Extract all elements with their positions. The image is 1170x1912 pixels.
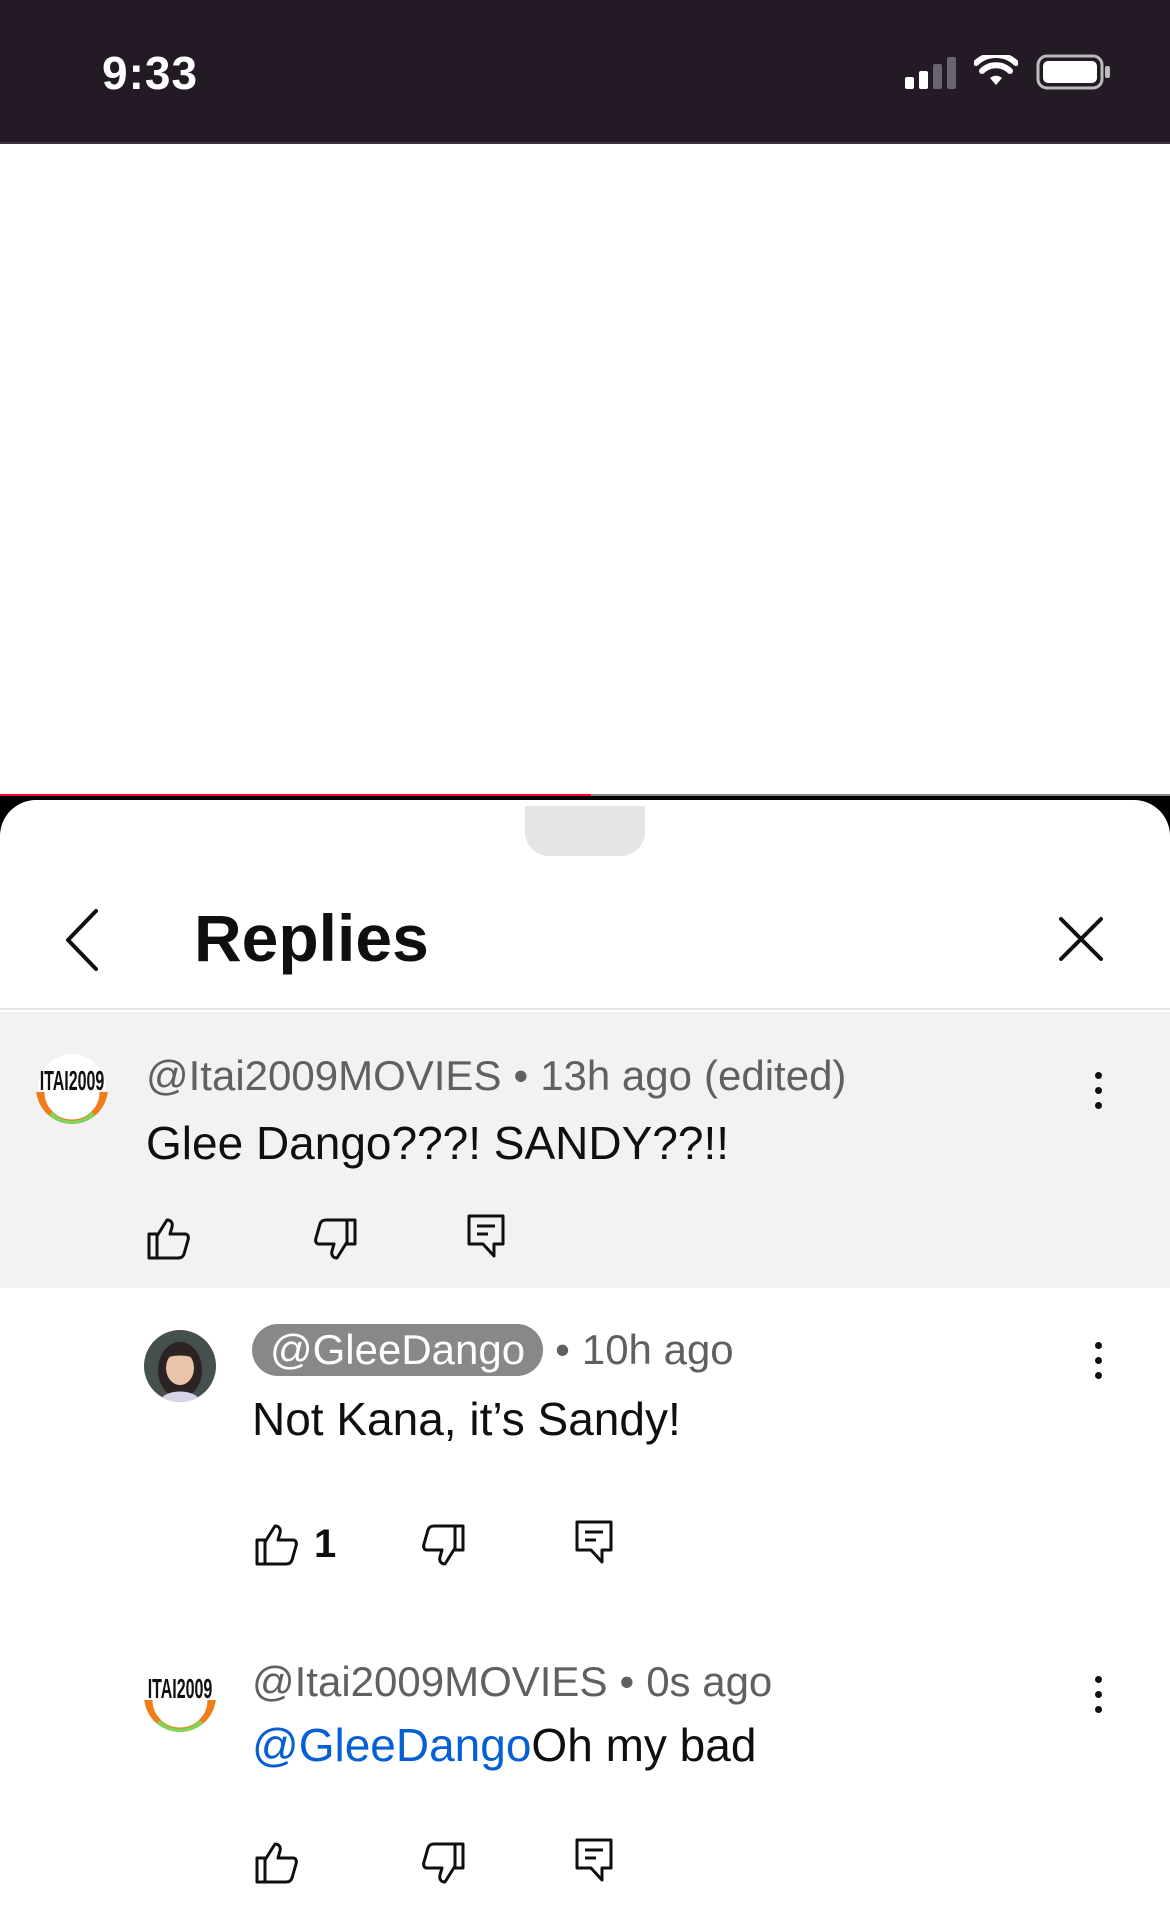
wifi-icon [974,55,1018,85]
close-button[interactable] [1046,904,1116,974]
status-icons [905,54,1112,90]
thumb-down-icon [420,1522,468,1570]
reply-button[interactable] [462,1212,510,1260]
thumb-up-icon [252,1520,300,1568]
comment-text: Oh my bad [531,1719,757,1771]
svg-text:ITAI2009: ITAI2009 [40,1064,105,1096]
cellular-signal-icon [905,55,956,89]
like-button[interactable] [252,1838,300,1886]
sheet-drag-handle[interactable] [525,806,645,856]
avatar[interactable]: ITAI2009 [144,1660,216,1732]
replies-sheet: Replies ITAI2009 @Itai2009MOVIES • 13h a… [0,800,1170,1912]
avatar[interactable] [144,1330,216,1402]
meta-separator: • [555,1326,570,1373]
thumb-up-icon [252,1838,300,1886]
comment-meta: @GleeDango • 10h ago [252,1324,734,1376]
close-icon [1059,917,1103,961]
comment-text: Not Kana, it’s Sandy! [252,1393,681,1445]
comment-more-button[interactable] [1078,1664,1118,1724]
parent-comment: ITAI2009 @Itai2009MOVIES • 13h ago (edit… [0,1012,1170,1288]
mention-link[interactable]: @GleeDango [252,1719,531,1771]
comment-text: Glee Dango???! SANDY??!! [146,1117,730,1169]
reply-button[interactable] [570,1836,618,1884]
page-title: Replies [194,901,429,975]
itai2009-logo-icon: ITAI2009 [36,1054,108,1124]
comment-meta: @Itai2009MOVIES • 0s ago [252,1658,772,1706]
comment-meta: @Itai2009MOVIES • 13h ago (edited) [146,1052,846,1100]
comment-more-button[interactable] [1078,1060,1118,1120]
status-bar: 9:33 [0,0,1170,144]
meta-separator: • [619,1658,635,1705]
battery-icon [1036,54,1110,90]
comment-age: 10h ago [581,1326,734,1373]
svg-text:ITAI2009: ITAI2009 [148,1672,213,1704]
reply-icon [462,1212,510,1260]
video-player-area[interactable] [0,146,1170,796]
dislike-button[interactable] [420,1522,468,1570]
dislike-button[interactable] [420,1840,468,1888]
chevron-left-icon [66,909,98,971]
comment-author-chip[interactable]: @GleeDango [252,1324,544,1376]
reply-icon [570,1836,618,1884]
like-button[interactable] [144,1214,192,1262]
user-portrait-icon [144,1330,216,1402]
thumb-down-icon [420,1840,468,1888]
sheet-header: Replies [0,870,1170,1010]
reply-icon [570,1518,618,1566]
comment-age: 13h ago [540,1052,693,1099]
comment-more-button[interactable] [1078,1330,1118,1390]
comment-age: 0s ago [646,1658,773,1705]
status-time: 9:33 [102,47,199,99]
comment-author[interactable]: @Itai2009MOVIES [146,1052,501,1100]
back-button[interactable] [52,900,112,980]
comment-author[interactable]: @Itai2009MOVIES [252,1658,607,1706]
itai2009-logo-icon: ITAI2009 [144,1662,216,1732]
edited-label: (edited) [704,1052,847,1099]
meta-separator: • [513,1052,529,1099]
thumb-up-icon [144,1214,192,1262]
like-button[interactable]: 1 [252,1520,336,1568]
avatar[interactable]: ITAI2009 [36,1052,108,1124]
reply-comment: @GleeDango • 10h ago Not Kana, it’s Sand… [0,1288,1170,1578]
thumb-down-icon [312,1216,360,1264]
comment-text-row: @GleeDangoOh my bad [252,1718,756,1772]
dislike-button[interactable] [312,1216,360,1264]
reply-button[interactable] [570,1518,618,1566]
like-count: 1 [314,1521,337,1566]
reply-comment: ITAI2009 @Itai2009MOVIES • 0s ago @GleeD… [0,1578,1170,1912]
